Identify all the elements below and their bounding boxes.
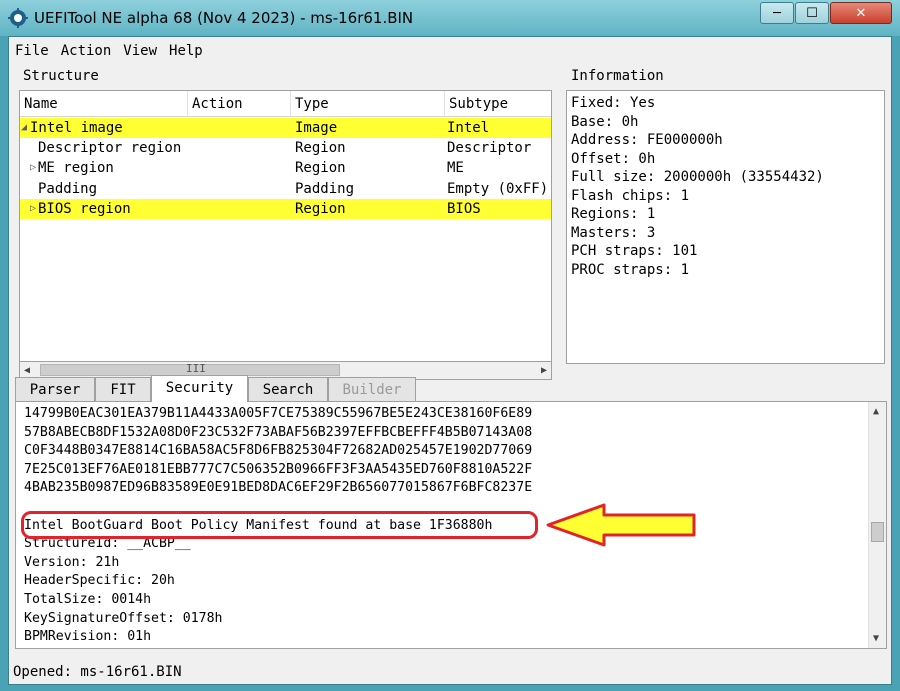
info-line: Flash chips: 1 bbox=[571, 187, 690, 204]
column-header-action[interactable]: Action bbox=[188, 91, 291, 117]
close-button[interactable]: ✕ bbox=[830, 2, 892, 24]
tree-cell-name: Intel image bbox=[30, 120, 123, 136]
tree-cell-subtype: ME bbox=[447, 160, 464, 177]
tree-cell-type: Region bbox=[295, 140, 346, 157]
app-gear-icon bbox=[8, 8, 28, 28]
info-line: Address: FE000000h bbox=[571, 132, 723, 148]
security-line: TotalSize: 0014h bbox=[24, 592, 152, 607]
tree-expander-icon[interactable]: ◢ bbox=[21, 118, 27, 138]
scroll-left-icon[interactable]: ◀ bbox=[24, 365, 30, 376]
maximize-button[interactable]: ☐ bbox=[795, 2, 829, 24]
info-line: Masters: 3 bbox=[571, 224, 656, 241]
structure-group-label: Structure bbox=[23, 68, 99, 84]
tree-cell-name: ME region bbox=[38, 160, 114, 177]
menu-file[interactable]: File bbox=[9, 40, 55, 62]
info-line: PCH straps: 101 bbox=[571, 243, 698, 259]
menu-help[interactable]: Help bbox=[163, 40, 209, 62]
information-panel[interactable]: Fixed: Yes Base: 0h Address: FE000000h Offs… bbox=[566, 90, 885, 364]
tree-cell-type: Region bbox=[295, 200, 346, 217]
info-line: Regions: 1 bbox=[571, 206, 656, 222]
minimize-icon: ─ bbox=[773, 5, 781, 21]
close-icon: ✕ bbox=[855, 5, 867, 21]
security-line: BPMRevision: 01h bbox=[24, 629, 152, 645]
security-line: HeaderSpecific: 20h bbox=[24, 573, 175, 589]
menu-action[interactable]: Action bbox=[55, 40, 118, 62]
security-vertical-scrollbar[interactable]: ▲ ▼ bbox=[868, 402, 886, 648]
scroll-up-icon[interactable]: ▲ bbox=[873, 406, 879, 417]
info-line: Fixed: Yes bbox=[571, 95, 656, 111]
tree-row[interactable]: ▷ BIOS region Region BIOS bbox=[20, 198, 551, 219]
tree-row[interactable]: ◢ Intel image Image Intel bbox=[20, 118, 551, 138]
column-header-name[interactable]: Name bbox=[20, 91, 188, 117]
tab-parser[interactable]: Parser bbox=[15, 377, 95, 401]
vertical-scroll-thumb[interactable] bbox=[871, 522, 884, 542]
tree-cell-name: Descriptor region bbox=[38, 140, 182, 157]
tree-cell-name: Padding bbox=[38, 180, 98, 197]
security-output[interactable]: 14799B0EAC301EA379B11A4433A005F7CE75389C… bbox=[15, 401, 887, 649]
tree-cell-type: Image bbox=[295, 120, 338, 136]
security-line: 4BAB235B0987ED96B83589E0E91BED8DAC6EF29F… bbox=[24, 480, 533, 496]
security-line: 7E25C013EF76AE0181EBB777C7C506352B0966FF… bbox=[24, 461, 533, 477]
tree-cell-subtype: Descriptor bbox=[447, 140, 532, 157]
tree-cell-name: BIOS region bbox=[38, 200, 131, 217]
tree-cell-type: Region bbox=[295, 160, 346, 177]
tree-cell-subtype: Intel bbox=[447, 120, 490, 136]
info-line: Base: 0h bbox=[571, 113, 639, 130]
scroll-grip-icon: III bbox=[186, 362, 206, 375]
status-bar: Opened: ms-16r61.BIN bbox=[13, 664, 182, 680]
tree-expander-icon[interactable]: ▷ bbox=[30, 158, 36, 178]
security-line: KeySignatureOffset: 0178h bbox=[24, 610, 223, 626]
tree-row[interactable]: Descriptor region Region Descriptor bbox=[20, 138, 551, 158]
window-title: UEFITool NE alpha 68 (Nov 4 2023) - ms-1… bbox=[34, 9, 414, 27]
tab-fit[interactable]: FIT bbox=[95, 377, 151, 401]
tree-row[interactable]: ▷ ME region Region ME bbox=[20, 158, 551, 178]
minimize-button[interactable]: ─ bbox=[760, 2, 794, 24]
info-line: Full size: 2000000h (33554432) bbox=[571, 169, 824, 185]
structure-tree[interactable]: Name Action Type Subtype ◢ Intel image Ima… bbox=[19, 90, 552, 362]
scroll-right-icon[interactable]: ▶ bbox=[541, 365, 547, 376]
menu-view[interactable]: View bbox=[117, 40, 163, 62]
tree-cell-subtype: Empty (0xFF) bbox=[447, 180, 549, 197]
menu-bar: File Action View Help bbox=[9, 40, 209, 62]
column-header-type[interactable]: Type bbox=[291, 91, 445, 117]
column-header-subtype[interactable]: Subtype bbox=[445, 91, 551, 117]
annotation-arrow-icon bbox=[546, 503, 696, 547]
tree-cell-subtype: BIOS bbox=[447, 200, 481, 217]
tree-cell-type: Padding bbox=[295, 180, 355, 197]
info-line: PROC straps: 1 bbox=[571, 261, 690, 278]
annotation-highlight-oval bbox=[21, 511, 538, 539]
title-bar[interactable]: UEFITool NE alpha 68 (Nov 4 2023) - ms-1… bbox=[0, 0, 900, 36]
tree-row[interactable]: Padding Padding Empty (0xFF) bbox=[20, 179, 551, 199]
information-group-label: Information bbox=[571, 68, 664, 84]
tab-security[interactable]: Security bbox=[151, 375, 248, 402]
maximize-icon: ☐ bbox=[806, 5, 818, 21]
security-line: 14799B0EAC301EA379B11A4433A005F7CE75389C… bbox=[24, 406, 533, 421]
security-line: 57B8ABECB8DF1532A08D0F23C532F73ABAF56B23… bbox=[24, 424, 533, 440]
info-line: Offset: 0h bbox=[571, 150, 656, 167]
tab-builder: Builder bbox=[328, 377, 416, 401]
main-window: File Action View Help Structure Informat… bbox=[8, 36, 892, 685]
scroll-down-icon[interactable]: ▼ bbox=[873, 633, 879, 644]
tree-expander-icon[interactable]: ▷ bbox=[30, 199, 36, 219]
security-line: C0F3448B0347E8814C16BA58AC5F8D6FB825304F… bbox=[24, 443, 533, 459]
security-line: Version: 21h bbox=[24, 554, 120, 570]
tree-header: Name Action Type Subtype bbox=[20, 91, 551, 117]
tab-search[interactable]: Search bbox=[248, 377, 328, 401]
